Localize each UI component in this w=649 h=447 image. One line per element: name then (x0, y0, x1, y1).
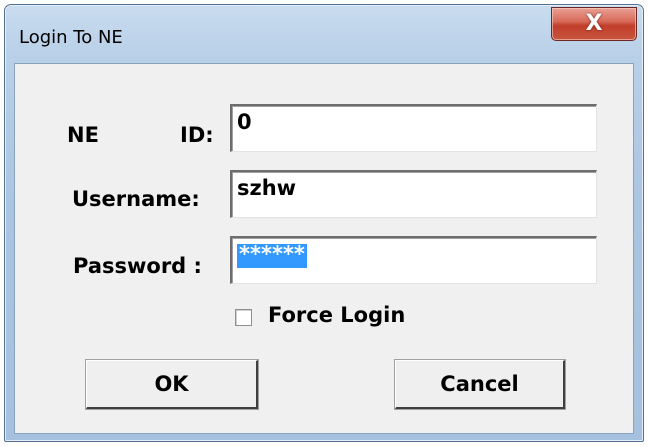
ok-button[interactable]: OK (86, 360, 258, 409)
force-login-label[interactable]: Force Login (268, 303, 405, 327)
password-selected-text: ****** (237, 242, 307, 268)
username-label: Username: (72, 187, 200, 211)
title-bar[interactable]: Login To NE X (5, 5, 643, 65)
password-field[interactable]: ****** (230, 236, 597, 284)
login-dialog: Login To NE X NE ID: 0 Username: szhw Pa… (4, 4, 644, 442)
password-label: Password : (73, 254, 202, 278)
close-icon: X (585, 11, 603, 36)
force-login-checkbox[interactable] (235, 309, 252, 326)
ne-label: NE (67, 123, 99, 147)
window-title: Login To NE (19, 27, 123, 48)
dialog-body: NE ID: 0 Username: szhw Password : *****… (14, 63, 634, 434)
username-field[interactable]: szhw (230, 170, 597, 218)
cancel-button[interactable]: Cancel (395, 360, 565, 409)
close-button[interactable]: X (551, 7, 637, 41)
id-label: ID: (180, 123, 214, 147)
ne-id-field[interactable]: 0 (230, 104, 597, 152)
